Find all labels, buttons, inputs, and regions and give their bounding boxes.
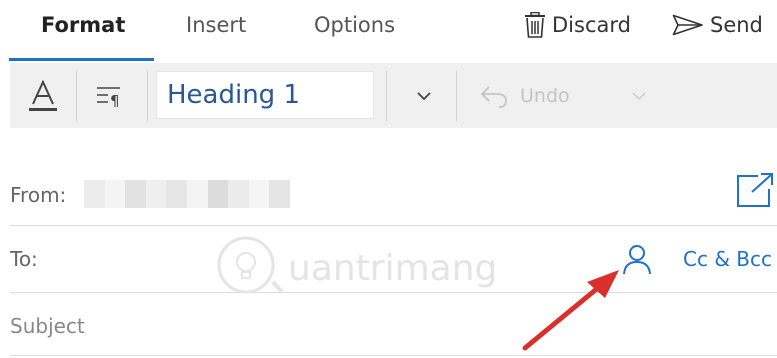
- paragraph-format-button[interactable]: ¶: [77, 63, 147, 128]
- tab-options[interactable]: Options: [314, 13, 395, 37]
- watermark-text: uantrimang: [288, 248, 497, 289]
- field-divider: [10, 355, 777, 356]
- ribbon-tabs: Format Insert Options Discard Send: [0, 0, 777, 62]
- trash-icon: [525, 12, 545, 38]
- toolbar-divider: [456, 71, 457, 121]
- discard-button[interactable]: Discard: [524, 8, 631, 42]
- svg-text:¶: ¶: [110, 92, 120, 107]
- watermark-logo: [217, 236, 284, 294]
- style-dropdown-button[interactable]: [404, 63, 444, 128]
- cc-bcc-button[interactable]: Cc & Bcc: [683, 247, 772, 271]
- active-tab-indicator: [9, 58, 154, 61]
- chevron-down-icon: [417, 91, 431, 100]
- style-selector[interactable]: Heading 1: [156, 71, 374, 119]
- subject-input[interactable]: [10, 309, 610, 343]
- chevron-down-icon: [632, 91, 646, 100]
- format-toolbar: ¶ Heading 1 Undo: [10, 63, 777, 128]
- tab-format[interactable]: Format: [41, 13, 125, 37]
- sender-address-blurred: [84, 180, 290, 208]
- toolbar-divider: [386, 71, 387, 121]
- watermark: uantrimang: [217, 236, 497, 294]
- person-icon[interactable]: [622, 243, 652, 275]
- send-button[interactable]: Send: [672, 8, 763, 42]
- undo-dropdown-button[interactable]: [624, 63, 654, 128]
- send-icon: [672, 14, 703, 36]
- undo-button[interactable]: Undo: [480, 63, 570, 128]
- field-divider: [10, 292, 777, 293]
- send-label: Send: [710, 13, 763, 37]
- toolbar-divider: [147, 71, 148, 121]
- paragraph-format-icon: ¶: [97, 86, 120, 107]
- popout-window-icon[interactable]: [736, 172, 774, 208]
- to-label: To:: [10, 247, 38, 271]
- font-format-button[interactable]: [10, 63, 76, 128]
- field-divider: [10, 225, 777, 226]
- discard-label: Discard: [552, 13, 631, 37]
- undo-icon: [480, 85, 507, 108]
- font-format-icon: [29, 79, 57, 111]
- from-label: From:: [10, 183, 67, 207]
- undo-label: Undo: [520, 84, 570, 107]
- tab-insert[interactable]: Insert: [186, 13, 246, 37]
- style-value: Heading 1: [167, 80, 300, 110]
